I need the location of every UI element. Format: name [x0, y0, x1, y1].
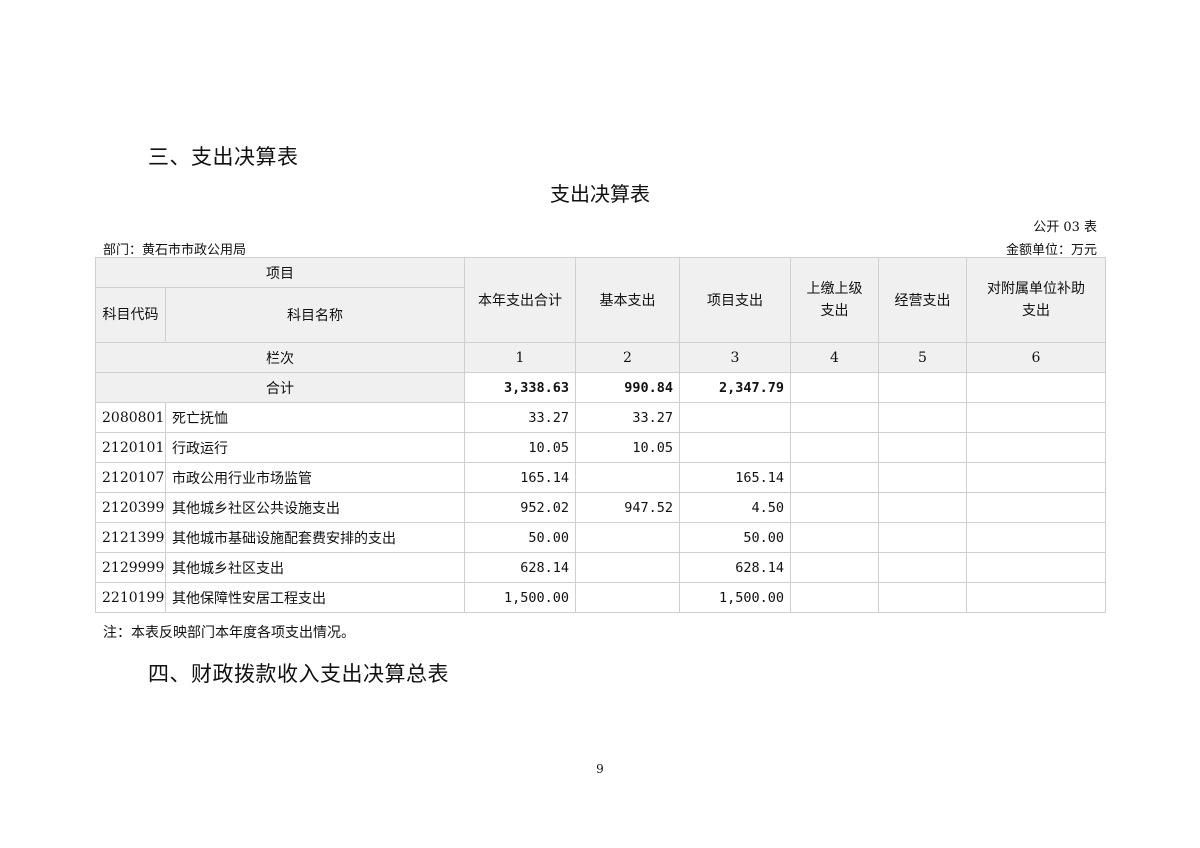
amount-cell: 50.00 — [679, 522, 791, 553]
total-value — [790, 372, 879, 403]
amount-cell: 10.05 — [575, 432, 680, 463]
amount-cell: 628.14 — [464, 552, 576, 583]
header-project: 项目 — [95, 257, 465, 288]
table-title: 支出决算表 — [550, 182, 650, 206]
subject-code: 2080801 — [95, 402, 166, 433]
amount-cell — [966, 432, 1106, 463]
amount-cell — [966, 492, 1106, 523]
amount-cell — [790, 402, 879, 433]
amount-cell — [790, 522, 879, 553]
amount-cell: 50.00 — [464, 522, 576, 553]
amount-cell — [790, 462, 879, 493]
amount-cell — [878, 402, 967, 433]
subject-code: 2129999 — [95, 552, 166, 583]
amount-cell — [790, 492, 879, 523]
column-number: 6 — [966, 342, 1106, 373]
section-heading-expenditure: 三、支出决算表 — [148, 145, 299, 169]
amount-cell — [966, 552, 1106, 583]
subject-code: 2121399 — [95, 522, 166, 553]
subject-code: 2210199 — [95, 582, 166, 613]
amount-cell — [575, 462, 680, 493]
subject-code: 2120107 — [95, 462, 166, 493]
table-row: 2210199 其他保障性安居工程支出 1,500.00 1,500.00 — [95, 582, 1106, 613]
column-number: 1 — [464, 342, 576, 373]
total-row: 合计 3,338.63 990.84 2,347.79 — [95, 372, 1106, 403]
amount-cell: 952.02 — [464, 492, 576, 523]
department-label: 部门：黄石市市政公用局 — [103, 243, 247, 258]
header-project-expenditure: 项目支出 — [679, 257, 791, 343]
column-number: 3 — [679, 342, 791, 373]
table-code-label: 公开 03 表 — [1033, 220, 1097, 235]
header-subsidy: 对附属单位补助支出 — [966, 257, 1106, 343]
subject-name: 其他保障性安居工程支出 — [165, 582, 465, 613]
amount-cell: 1,500.00 — [679, 582, 791, 613]
amount-cell — [679, 402, 791, 433]
total-value: 2,347.79 — [679, 372, 791, 403]
amount-cell — [878, 552, 967, 583]
total-value: 3,338.63 — [464, 372, 576, 403]
amount-cell — [575, 582, 680, 613]
amount-cell: 165.14 — [679, 462, 791, 493]
subject-name: 市政公用行业市场监管 — [165, 462, 465, 493]
column-number: 4 — [790, 342, 879, 373]
amount-cell — [790, 582, 879, 613]
total-value — [966, 372, 1106, 403]
subject-name: 其他城市基础设施配套费安排的支出 — [165, 522, 465, 553]
header-upper: 上缴上级支出 — [790, 257, 879, 343]
amount-cell — [679, 432, 791, 463]
amount-cell: 10.05 — [464, 432, 576, 463]
header-total: 本年支出合计 — [464, 257, 576, 343]
amount-cell: 165.14 — [464, 462, 576, 493]
column-number: 2 — [575, 342, 680, 373]
amount-cell — [966, 582, 1106, 613]
amount-cell — [878, 582, 967, 613]
amount-cell — [966, 402, 1106, 433]
header-subject-code: 科目代码 — [95, 287, 166, 343]
amount-cell — [966, 462, 1106, 493]
amount-cell — [575, 522, 680, 553]
amount-cell — [790, 552, 879, 583]
table-row: 2121399 其他城市基础设施配套费安排的支出 50.00 50.00 — [95, 522, 1106, 553]
header-column-index-label: 栏次 — [95, 342, 465, 373]
subject-code: 2120399 — [95, 492, 166, 523]
total-label: 合计 — [95, 372, 465, 403]
section-heading-fiscal-summary: 四、财政拨款收入支出决算总表 — [148, 662, 449, 686]
expenditure-table: 项目 本年支出合计 基本支出 项目支出 上缴上级支出 经营支出 对附属单位补助支… — [95, 257, 1106, 613]
header-subject-name: 科目名称 — [165, 287, 465, 343]
subject-name: 行政运行 — [165, 432, 465, 463]
amount-cell — [878, 492, 967, 523]
page-number: 9 — [596, 762, 604, 776]
subject-name: 其他城乡社区支出 — [165, 552, 465, 583]
amount-cell: 1,500.00 — [464, 582, 576, 613]
amount-cell — [878, 462, 967, 493]
subject-code: 2120101 — [95, 432, 166, 463]
amount-cell: 33.27 — [464, 402, 576, 433]
amount-cell: 628.14 — [679, 552, 791, 583]
header-basic: 基本支出 — [575, 257, 680, 343]
amount-cell: 4.50 — [679, 492, 791, 523]
amount-cell: 33.27 — [575, 402, 680, 433]
amount-cell — [878, 522, 967, 553]
amount-cell: 947.52 — [575, 492, 680, 523]
amount-cell — [575, 552, 680, 583]
unit-label: 金额单位：万元 — [1005, 243, 1097, 258]
table-note: 注：本表反映部门本年度各项支出情况。 — [103, 625, 355, 641]
amount-cell — [878, 432, 967, 463]
table-row: 2120101 行政运行 10.05 10.05 — [95, 432, 1106, 463]
subject-name: 死亡抚恤 — [165, 402, 465, 433]
column-number: 5 — [878, 342, 967, 373]
amount-cell — [966, 522, 1106, 553]
total-value — [878, 372, 967, 403]
table-row: 2120107 市政公用行业市场监管 165.14 165.14 — [95, 462, 1106, 493]
table-row: 2080801 死亡抚恤 33.27 33.27 — [95, 402, 1106, 433]
subject-name: 其他城乡社区公共设施支出 — [165, 492, 465, 523]
amount-cell — [790, 432, 879, 463]
table-row: 2120399 其他城乡社区公共设施支出 952.02 947.52 4.50 — [95, 492, 1106, 523]
total-value: 990.84 — [575, 372, 680, 403]
table-row: 2129999 其他城乡社区支出 628.14 628.14 — [95, 552, 1106, 583]
header-business: 经营支出 — [878, 257, 967, 343]
